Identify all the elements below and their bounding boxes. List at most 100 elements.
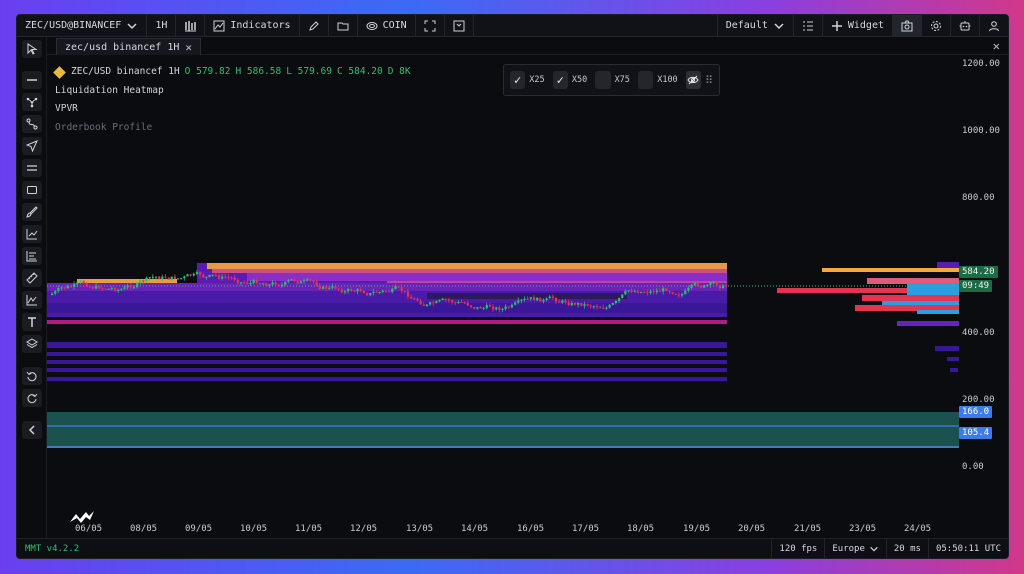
price-axis[interactable]: 1200.00 1000.00 800.00 400.00 200.00 0.0… (959, 55, 1008, 518)
undo-button[interactable] (22, 367, 42, 385)
candle-body (422, 304, 425, 306)
candle-body (454, 302, 457, 304)
fullscreen-button[interactable] (416, 15, 445, 37)
coin-icon (366, 21, 378, 30)
user-button[interactable] (979, 15, 1008, 37)
path-tool[interactable] (22, 93, 42, 111)
curve-tool[interactable] (22, 115, 42, 133)
candle-body (394, 286, 397, 289)
candle-body (236, 279, 240, 283)
folder-button[interactable] (329, 15, 358, 37)
candle-body (463, 302, 466, 304)
indicators-button[interactable]: Indicators (205, 15, 300, 37)
pattern-tool[interactable] (22, 291, 42, 309)
layers-tool[interactable] (22, 335, 42, 353)
cursor-icon (27, 43, 38, 55)
line-tool[interactable] (22, 71, 42, 89)
candle-body (129, 285, 132, 288)
candle-body (91, 286, 95, 289)
heatmap-band (247, 273, 727, 281)
x100-checkbox[interactable] (637, 71, 654, 89)
text-tool[interactable] (22, 313, 42, 331)
candle-body (718, 285, 721, 289)
draw-button[interactable] (300, 15, 329, 37)
brush-tool[interactable] (22, 203, 42, 221)
candle-body (542, 300, 545, 302)
candle-body (555, 297, 558, 302)
collapse-toolbar-button[interactable] (22, 421, 42, 439)
close-panel-icon[interactable]: ✕ (993, 39, 1000, 53)
candle-body (406, 291, 410, 297)
time-label: 12/05 (350, 524, 378, 534)
profile-bar (937, 262, 959, 268)
candle-body (186, 274, 189, 277)
study-vpvr[interactable]: VPVR (55, 100, 411, 119)
symbol-selector[interactable]: ZEC/USD@BINANCEF (17, 15, 148, 37)
settings-button[interactable] (921, 15, 950, 37)
candle-body (136, 282, 139, 288)
x75-checkbox[interactable] (595, 71, 611, 89)
coin-button[interactable]: COIN (358, 15, 416, 37)
candle-body (400, 286, 403, 291)
screenshot-button[interactable] (892, 15, 921, 37)
candle-body (167, 277, 170, 280)
x50-checkbox[interactable]: ✓ (552, 71, 568, 89)
candle-body (495, 307, 498, 310)
candle-body (54, 291, 57, 294)
indicators-icon (213, 20, 225, 31)
drag-handle-icon[interactable]: ⠿ (705, 74, 713, 87)
time-axis[interactable]: 06/05 08/05 09/05 10/05 11/05 12/05 13/0… (47, 518, 959, 540)
chart-tab-title: zec/usd binancef 1H (65, 41, 180, 53)
line-value-tag-2: 105.4 (959, 427, 993, 439)
candle-body (633, 291, 636, 293)
x25-checkbox[interactable]: ✓ (510, 71, 526, 89)
candle-body (114, 287, 117, 291)
candle-body (107, 288, 110, 290)
region-selector[interactable]: Europe (824, 538, 886, 558)
layout-selector[interactable]: Default (716, 15, 793, 37)
list-button[interactable] (792, 15, 822, 37)
candle-body (82, 281, 85, 284)
ruler-tool[interactable] (22, 269, 42, 287)
timeframe-selector[interactable]: 1H (147, 15, 177, 37)
candle-body (63, 287, 66, 289)
add-widget-button[interactable]: Widget (821, 15, 892, 37)
pencil-icon (308, 20, 319, 31)
candle-body (79, 281, 82, 283)
parallel-tool[interactable] (22, 159, 42, 177)
chart-area[interactable]: ZEC/USD binancef 1H O 579.82 H 586.58 L … (47, 55, 959, 523)
legend-open: O 579.82 (184, 66, 231, 77)
candle-body (451, 300, 454, 303)
fib-tool[interactable] (22, 247, 42, 265)
bot-button[interactable] (950, 15, 979, 37)
left-toolbar (17, 37, 47, 538)
save-button[interactable] (445, 15, 474, 37)
cursor-tool[interactable] (22, 40, 42, 58)
study-orderbook-profile[interactable]: Orderbook Profile (55, 119, 411, 138)
candle-body (139, 280, 142, 283)
horizontal-line-icon (27, 79, 37, 81)
study-liquidation-heatmap[interactable]: Liquidation Heatmap (55, 82, 411, 101)
candle-body (73, 284, 76, 287)
rectangle-tool[interactable] (22, 181, 42, 199)
chart-tab[interactable]: zec/usd binancef 1H ✕ (56, 38, 202, 55)
hide-eye-icon[interactable] (685, 71, 701, 89)
chart-type-button[interactable] (176, 15, 206, 37)
trend-tool[interactable] (22, 225, 42, 243)
send-tool[interactable] (22, 137, 42, 155)
price-label: 1200.00 (962, 59, 1000, 69)
redo-button[interactable] (22, 389, 42, 407)
candle-body (274, 282, 277, 285)
candle-body (161, 276, 164, 280)
close-icon[interactable]: ✕ (185, 41, 192, 54)
candle-body (492, 306, 495, 310)
trend-icon (26, 229, 38, 240)
time-label: 16/05 (517, 524, 545, 534)
price-label: 200.00 (962, 395, 995, 405)
chevron-down-icon (127, 22, 137, 29)
candle-body (340, 289, 343, 293)
candle-body (416, 298, 419, 301)
candle-body (170, 276, 173, 280)
user-icon (989, 20, 999, 31)
candle-body (514, 302, 517, 305)
